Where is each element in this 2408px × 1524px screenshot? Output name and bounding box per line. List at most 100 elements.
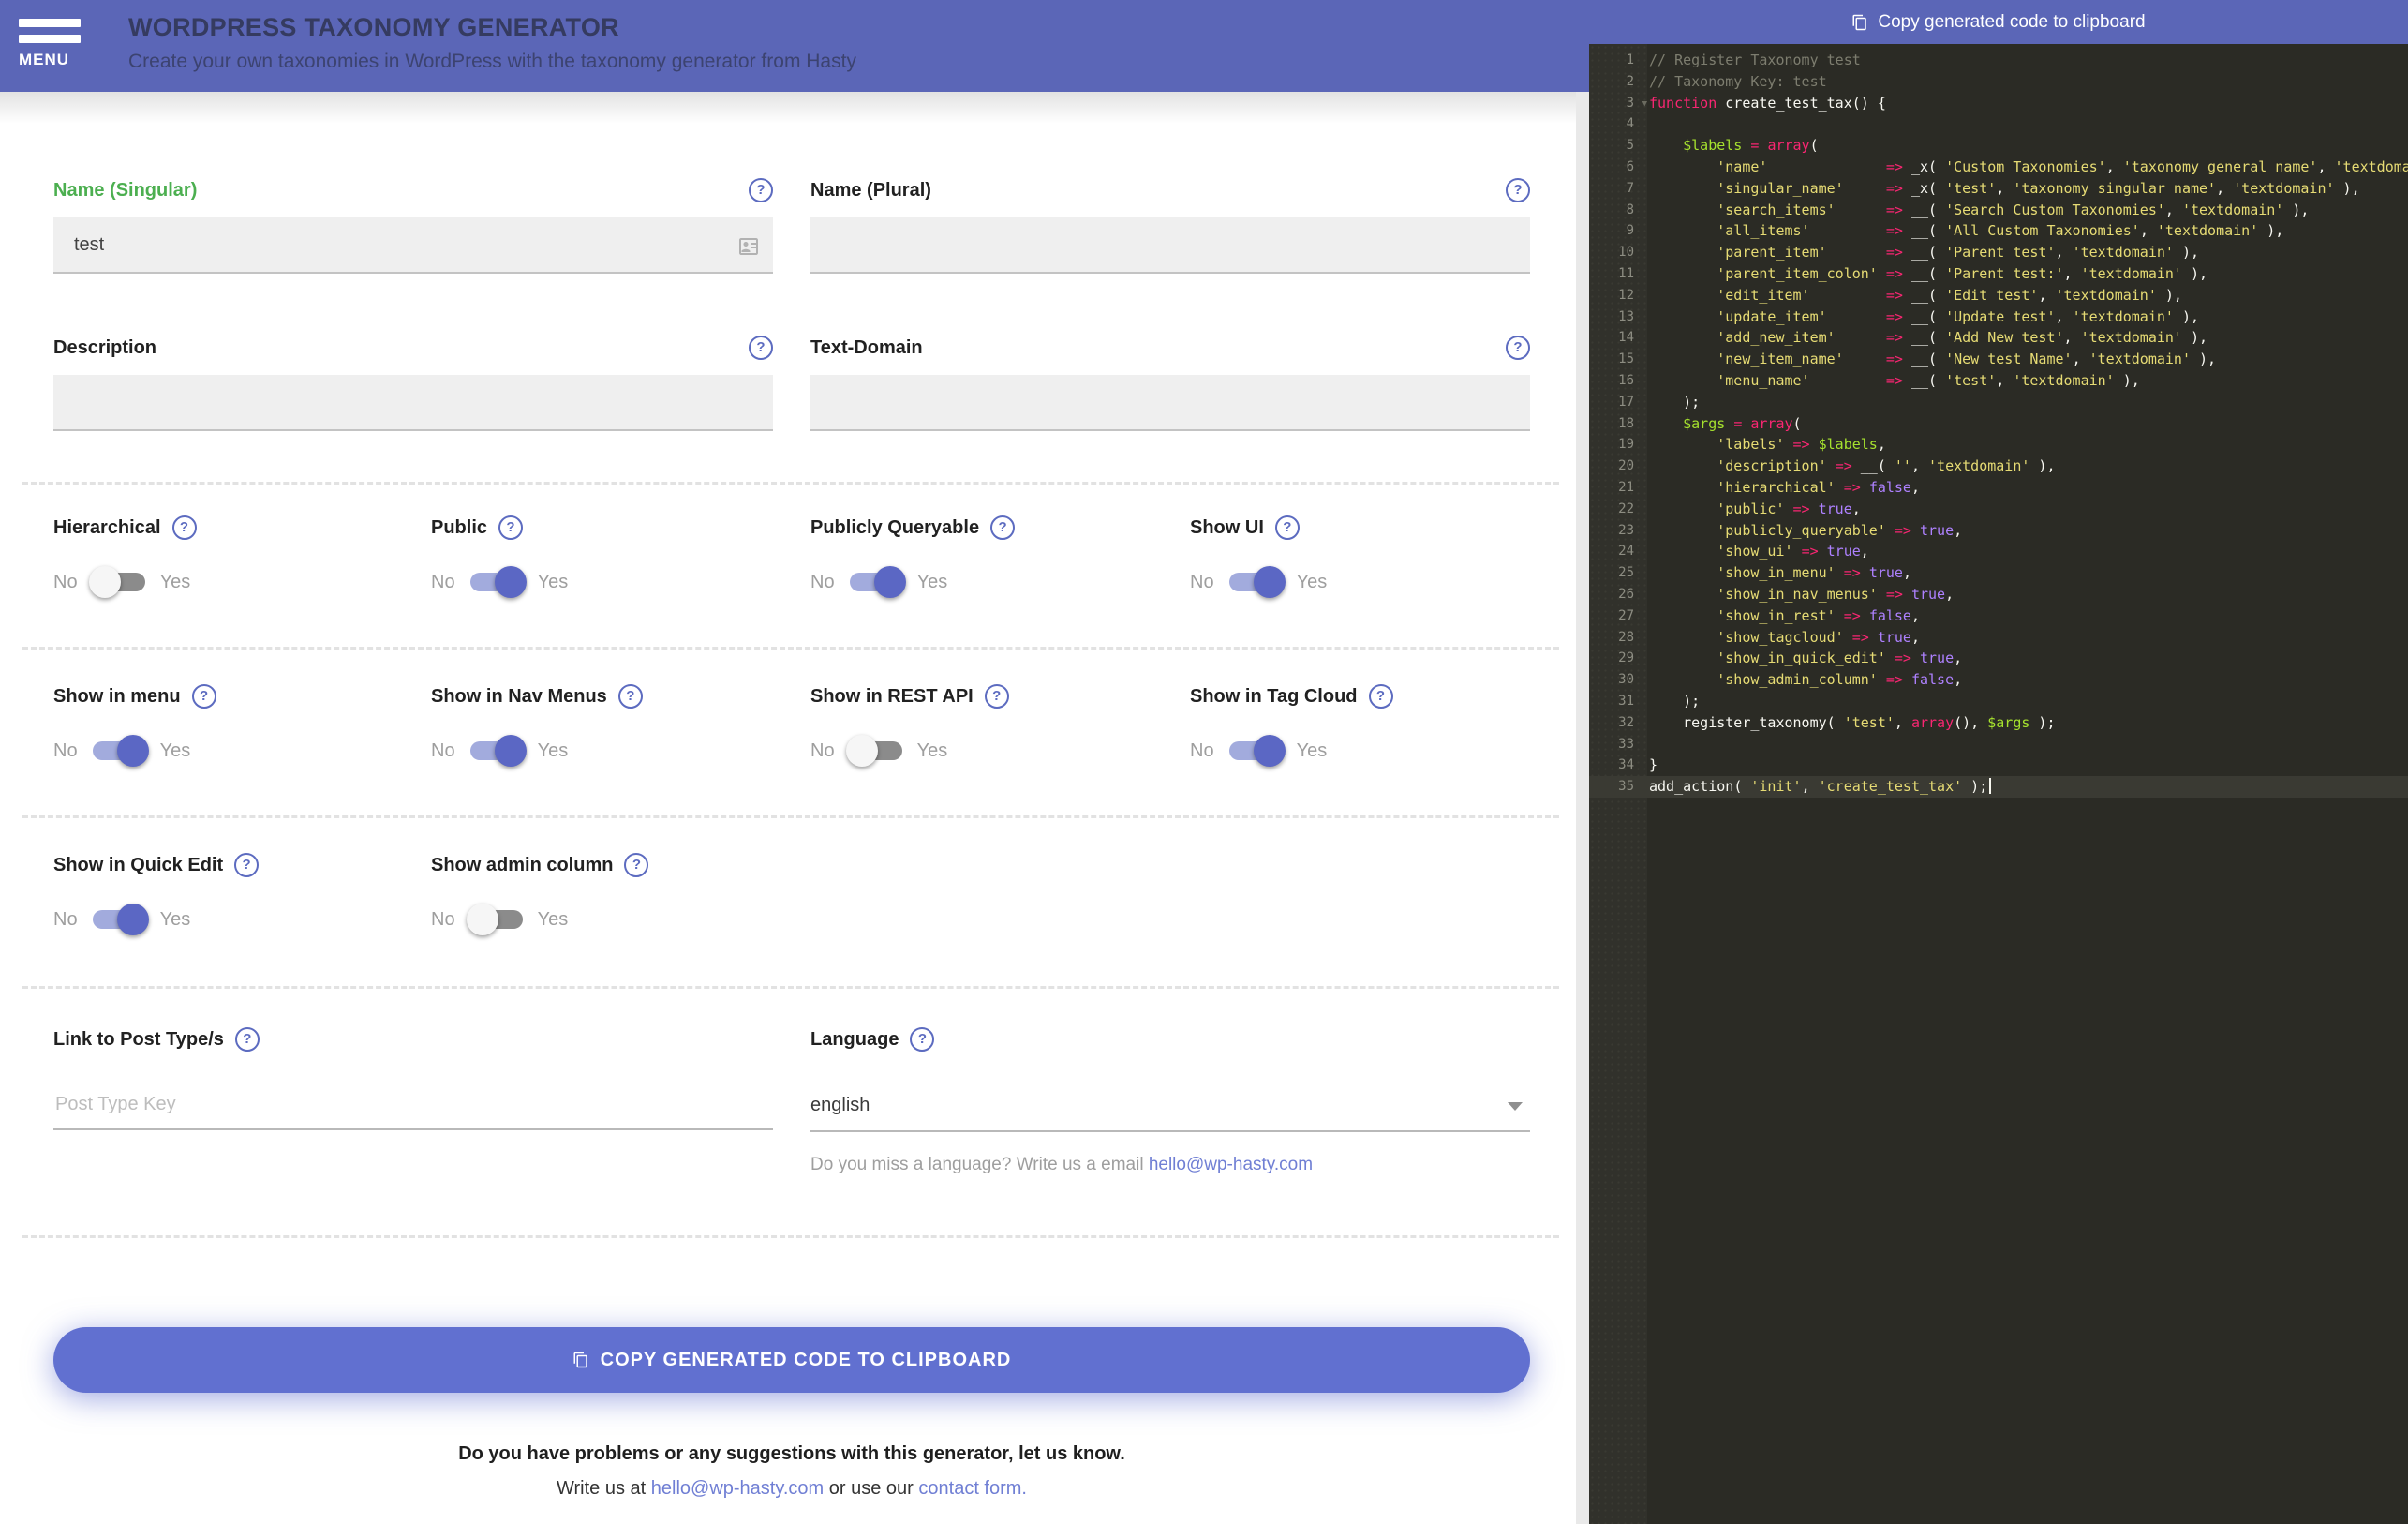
menu-icon: [19, 35, 81, 43]
toggle-switch[interactable]: [466, 904, 523, 935]
yes-label: Yes: [916, 740, 948, 761]
help-icon[interactable]: [984, 684, 1009, 709]
yes-label: Yes: [537, 908, 569, 930]
no-label: No: [1190, 740, 1214, 761]
toggle-label: Show UI: [1190, 516, 1264, 538]
description-input[interactable]: [53, 375, 773, 431]
code-line: 15 'new_item_name' => __( 'New test Name…: [1618, 351, 2217, 368]
code-line: 14 'add_new_item' => __( 'Add New test',…: [1618, 329, 2208, 347]
generated-code-panel: Copy generated code to clipboard 1// Reg…: [1589, 0, 2408, 1524]
help-icon[interactable]: [1274, 515, 1300, 540]
code-line: 17 );: [1618, 393, 1701, 411]
toggle-show-admin-column: Show admin column No Yes: [431, 851, 810, 935]
language-helper: Do you miss a language? Write us a email…: [810, 1155, 1530, 1175]
description-label: Description: [53, 336, 157, 358]
help-icon[interactable]: [234, 1027, 260, 1052]
footer-email-link[interactable]: hello@wp-hasty.com: [651, 1478, 824, 1499]
helper-email-link[interactable]: hello@wp-hasty.com: [1149, 1155, 1313, 1174]
toggle-switch[interactable]: [92, 904, 149, 935]
help-icon[interactable]: [624, 853, 649, 877]
page-title: WORDPRESS TAXONOMY GENERATOR: [128, 13, 619, 41]
post-type-key-input[interactable]: [53, 1080, 773, 1130]
toggle-switch[interactable]: [469, 566, 527, 598]
code-line: 35 add_action( 'init', 'create_test_tax' …: [1589, 776, 2408, 798]
code-line: 4: [1626, 116, 1634, 132]
divider: [22, 647, 1559, 650]
help-icon[interactable]: [749, 178, 773, 202]
help-icon[interactable]: [617, 684, 643, 709]
contact-autofill-icon[interactable]: [737, 235, 760, 258]
text-domain-input[interactable]: [810, 375, 1530, 431]
code-line: 23 'publicly_queryable' => true,: [1618, 521, 1963, 539]
toggle-publicly-queryable: Publicly Queryable No Yes: [810, 514, 1190, 598]
language-select[interactable]: english: [810, 1080, 1530, 1132]
copy-icon: [1852, 14, 1867, 30]
toggle-switch[interactable]: [469, 735, 527, 767]
help-icon[interactable]: [1368, 684, 1393, 709]
name-singular-label: Name (Singular): [53, 179, 198, 201]
help-icon[interactable]: [990, 515, 1016, 540]
text-domain-label: Text-Domain: [810, 336, 923, 358]
copy-code-button[interactable]: COPY GENERATED CODE TO CLIPBOARD: [53, 1327, 1530, 1393]
fold-arrow-icon[interactable]: ▼: [1642, 94, 1647, 115]
toggle-switch[interactable]: [88, 566, 145, 598]
code-line: 30 'show_admin_column' => false,: [1618, 671, 1963, 689]
copy-generated-code-label: Copy generated code to clipboard: [1878, 11, 2146, 32]
no-label: No: [431, 908, 455, 930]
app-header: MENU WORDPRESS TAXONOMY GENERATOR Create…: [0, 0, 1589, 92]
code-line: 24 'show_ui' => true,: [1618, 543, 1869, 560]
name-plural-input[interactable]: [810, 217, 1530, 274]
divider: [22, 986, 1559, 989]
toggle-row-b: Show in menu No Yes Show in Nav Menus No Y…: [53, 682, 1530, 767]
text-cursor: [1989, 778, 1992, 795]
code-line: 11 'parent_item_colon' => __( 'Parent te…: [1618, 264, 2208, 282]
toggle-label: Publicly Queryable: [810, 516, 980, 538]
code-line: 22 'public' => true,: [1618, 500, 1861, 517]
footer-contact-form-link[interactable]: contact form.: [918, 1478, 1027, 1499]
code-line: 12 'edit_item' => __( 'Edit test', 'text…: [1618, 286, 2182, 304]
help-icon[interactable]: [498, 515, 524, 540]
footer-question: Do you have problems or any suggestions …: [458, 1443, 1125, 1464]
header-shadow: [0, 92, 1576, 124]
code-line: 32 register_taxonomy( 'test', array(), $…: [1618, 713, 2056, 731]
toggle-hierarchical: Hierarchical No Yes: [53, 514, 431, 598]
help-icon[interactable]: [234, 853, 260, 877]
code-line: 18 $args = array(: [1618, 414, 1802, 432]
toggle-label: Show in Tag Cloud: [1190, 685, 1358, 707]
no-label: No: [810, 571, 835, 592]
toggle-switch[interactable]: [849, 566, 906, 598]
help-icon[interactable]: [1506, 178, 1530, 202]
toggle-show-in-quick-edit: Show in Quick Edit No Yes: [53, 851, 431, 935]
code-line: 13 'update_item' => __( 'Update test', '…: [1618, 307, 2200, 325]
help-icon[interactable]: [910, 1027, 935, 1052]
code-line: 5 $labels = array(: [1626, 137, 1819, 155]
name-singular-input[interactable]: [53, 217, 773, 274]
copy-icon: [573, 1352, 587, 1368]
divider: [22, 815, 1559, 818]
menu-button[interactable]: MENU: [19, 19, 94, 69]
code-editor[interactable]: 1// Register Taxonomy test 2// Taxonomy K…: [1589, 50, 2408, 798]
code-line: 21 'hierarchical' => false,: [1618, 478, 1920, 496]
toggle-switch[interactable]: [1228, 566, 1286, 598]
help-icon[interactable]: [171, 515, 197, 540]
divider: [22, 1235, 1559, 1238]
code-line: 1// Register Taxonomy test: [1626, 52, 1861, 68]
help-icon[interactable]: [1506, 336, 1530, 360]
toggle-switch[interactable]: [1228, 735, 1286, 767]
code-line: 33: [1618, 736, 1634, 752]
code-line: 29 'show_in_quick_edit' => true,: [1618, 650, 1963, 667]
code-line: 6 'name' => _x( 'Custom Taxonomies', 'ta…: [1626, 157, 2408, 175]
toggle-switch[interactable]: [845, 735, 902, 767]
no-label: No: [53, 908, 78, 930]
divider: [22, 482, 1559, 485]
code-line: 26 'show_in_nav_menus' => true,: [1618, 585, 1955, 603]
no-label: No: [53, 571, 78, 592]
code-line: 9 'all_items' => __( 'All Custom Taxonom…: [1626, 222, 2284, 240]
yes-label: Yes: [159, 740, 191, 761]
toggle-switch[interactable]: [92, 735, 149, 767]
code-line: 28 'show_tagcloud' => true,: [1618, 628, 1920, 646]
page-subtitle: Create your own taxonomies in WordPress …: [128, 51, 856, 72]
help-icon[interactable]: [749, 336, 773, 360]
help-icon[interactable]: [191, 684, 216, 709]
copy-generated-code-button[interactable]: Copy generated code to clipboard: [1589, 0, 2408, 44]
